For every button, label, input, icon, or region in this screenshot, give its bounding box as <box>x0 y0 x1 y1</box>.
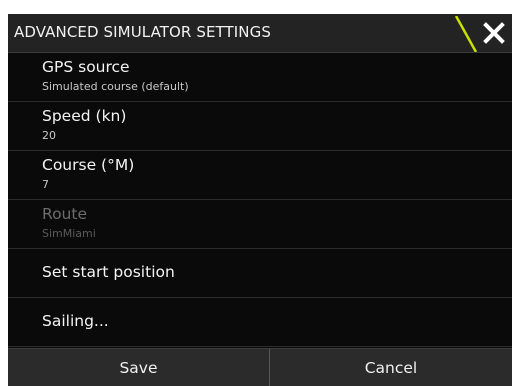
save-button[interactable]: Save <box>8 349 269 386</box>
setting-course[interactable]: Course (°M) 7 <box>8 151 512 200</box>
dialog-footer: Save Cancel <box>8 348 512 386</box>
setting-value: SimMiami <box>42 227 96 240</box>
setting-route: Route SimMiami <box>8 200 512 249</box>
settings-list: GPS source Simulated course (default) Sp… <box>8 53 512 347</box>
setting-gps-source[interactable]: GPS source Simulated course (default) <box>8 53 512 102</box>
setting-value: 20 <box>42 129 56 142</box>
setting-label: Speed (kn) <box>42 107 127 125</box>
setting-label: Set start position <box>42 263 175 281</box>
setting-value: Simulated course (default) <box>42 80 189 93</box>
setting-value: 7 <box>42 178 49 191</box>
setting-label: Route <box>42 205 87 223</box>
setting-set-start-position[interactable]: Set start position <box>8 249 512 298</box>
setting-label: GPS source <box>42 58 130 76</box>
setting-label: Sailing... <box>42 312 109 330</box>
setting-speed[interactable]: Speed (kn) 20 <box>8 102 512 151</box>
setting-sailing[interactable]: Sailing... <box>8 298 512 347</box>
dialog-title: ADVANCED SIMULATOR SETTINGS <box>14 23 271 41</box>
title-bar: ADVANCED SIMULATOR SETTINGS <box>8 14 512 53</box>
setting-label: Course (°M) <box>42 156 135 174</box>
cancel-button[interactable]: Cancel <box>270 349 512 386</box>
accent-stripe-icon <box>454 16 478 52</box>
advanced-simulator-settings-dialog: ADVANCED SIMULATOR SETTINGS GPS source S… <box>8 14 512 386</box>
close-icon[interactable] <box>478 16 510 50</box>
